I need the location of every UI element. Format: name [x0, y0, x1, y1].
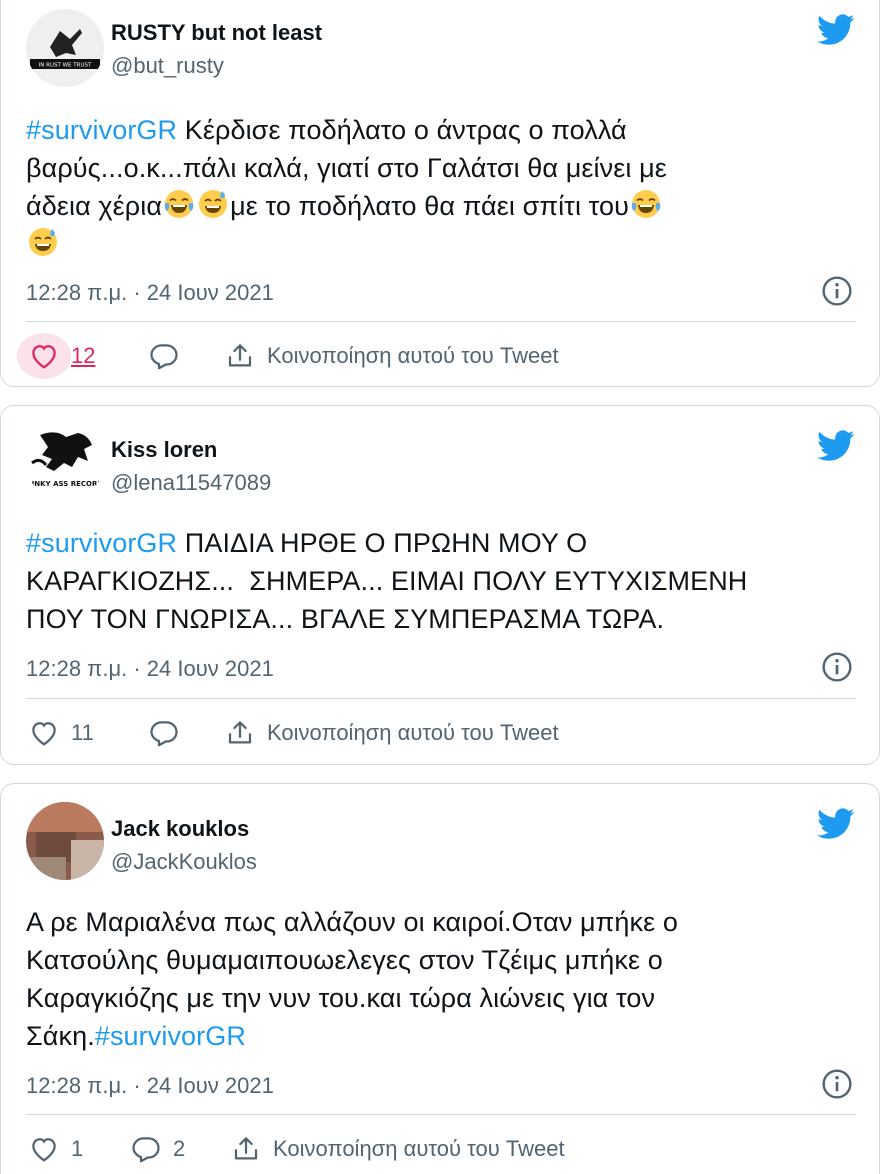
hashtag-link[interactable]: #survivorGR [26, 528, 177, 558]
reply-button[interactable] [149, 328, 179, 384]
avatar[interactable] [26, 802, 104, 880]
like-count[interactable]: 12 [71, 343, 95, 369]
laughing-tears-emoji [630, 188, 662, 220]
author-name[interactable]: Jack kouklos [111, 816, 249, 842]
divider [26, 321, 856, 322]
tweet-text: #survivorGR Κέρδισε ποδήλατο ο άντρας ο … [26, 111, 856, 263]
tweet-text-line: άδεια χέρια [26, 191, 163, 221]
tweet-timestamp[interactable]: 12:28 π.μ. · 24 Ιουν 2021 [26, 1073, 274, 1099]
action-bar: 11 Κοινοποίηση αυτού του Tweet [1, 705, 880, 761]
share-icon [231, 1134, 261, 1164]
like-button[interactable]: 11 [29, 705, 94, 761]
author-name[interactable]: Kiss loren [111, 437, 217, 463]
divider [26, 1114, 856, 1115]
tweet-card[interactable]: IN RUST WE TRUST RUSTY but not least @bu… [0, 0, 880, 387]
action-bar: 12 Κοινοποίηση αυτού του Tweet [1, 328, 880, 384]
tweet-text: #survivorGR ΠΑΙΔΙΑ ΗΡΘΕ Ο ΠΡΩΗΝ ΜΟΥ Ο ΚΑ… [26, 524, 856, 638]
avatar[interactable]: IN RUST WE TRUST [26, 9, 104, 87]
share-label: Κοινοποίηση αυτού του Tweet [267, 720, 559, 745]
tweet-card[interactable]: Jack kouklos @JackKouklos Α ρε Μαριαλένα… [0, 783, 880, 1174]
tweet-timestamp[interactable]: 12:28 π.μ. · 24 Ιουν 2021 [26, 656, 274, 682]
like-button[interactable]: 1 [29, 1121, 83, 1174]
tweet-text-line: Σάκη. [26, 1021, 95, 1051]
divider [26, 698, 856, 699]
tweet-text-line: Κατσούλης θυμαμαιπουωελεγες στον Τζέιμς … [26, 945, 663, 975]
reply-icon [149, 718, 179, 748]
tweet-text-line: με το ποδήλατο θα πάει σπίτι του [230, 191, 630, 221]
hashtag-link[interactable]: #survivorGR [95, 1021, 246, 1051]
heart-icon [29, 341, 59, 371]
share-button[interactable]: Κοινοποίηση αυτού του Tweet [225, 328, 559, 384]
reply-icon [131, 1134, 161, 1164]
author-name[interactable]: RUSTY but not least [111, 20, 322, 46]
sweat-smile-emoji [197, 188, 229, 220]
share-label: Κοινοποίηση αυτού του Tweet [273, 1136, 565, 1161]
share-button[interactable]: Κοινοποίηση αυτού του Tweet [225, 705, 559, 761]
heart-icon [29, 1134, 59, 1164]
tweet-text-line: ΠΟΥ ΤΟΝ ΓΝΩΡΙΣΑ... ΒΓΑΛΕ ΣΥΜΠΕΡΑΣΜΑ ΤΩΡΑ… [26, 604, 665, 634]
reply-button[interactable] [149, 705, 179, 761]
reply-button[interactable]: 2 [131, 1121, 185, 1174]
info-icon[interactable] [821, 1068, 853, 1100]
reply-count[interactable]: 2 [173, 1136, 185, 1162]
twitter-bird-icon[interactable] [817, 14, 855, 46]
tweet-timestamp[interactable]: 12:28 π.μ. · 24 Ιουν 2021 [26, 280, 274, 306]
share-icon [225, 718, 255, 748]
tweet-text-line: βαρύς...ο.κ...πάλι καλά, γιατί στο Γαλάτ… [26, 153, 667, 183]
action-bar: 1 2 Κοινοποίηση αυτού του Tweet [1, 1121, 880, 1174]
heart-icon [29, 718, 59, 748]
tweet-card[interactable]: FUNKY ASS RECORDS Kiss loren @lena115470… [0, 405, 880, 765]
tweet-text-line: Καραγκιόζης με την νυν του.και τώρα λιών… [26, 983, 656, 1013]
tweet-text-line: ΠΑΙΔΙΑ ΗΡΘΕ Ο ΠΡΩΗΝ ΜΟΥ Ο [177, 528, 588, 558]
info-icon[interactable] [821, 275, 853, 307]
share-button[interactable]: Κοινοποίηση αυτού του Tweet [231, 1121, 565, 1174]
author-handle[interactable]: @lena11547089 [111, 470, 271, 496]
tweet-text-line: Κέρδισε ποδήλατο ο άντρας ο πολλά [177, 115, 627, 145]
tweet-text-line: Α ρε Μαριαλένα πως αλλάζουν οι καιροί.Οτ… [26, 907, 678, 937]
like-button[interactable]: 12 [29, 328, 95, 384]
avatar[interactable]: FUNKY ASS RECORDS [26, 423, 104, 501]
like-count[interactable]: 1 [71, 1136, 83, 1162]
twitter-bird-icon[interactable] [817, 808, 855, 840]
hashtag-link[interactable]: #survivorGR [26, 115, 177, 145]
author-handle[interactable]: @but_rusty [111, 53, 224, 79]
avatar-logo-text: IN RUST WE TRUST [39, 63, 92, 69]
share-icon [225, 341, 255, 371]
tweet-text-line: ΚΑΡΑΓΚΙΟΖΗΣ... ΣΗΜΕΡΑ... ΕΙΜΑΙ ΠΟΛΥ ΕΥΤΥ… [26, 566, 748, 596]
like-count[interactable]: 11 [71, 720, 94, 746]
avatar-logo-text: FUNKY ASS RECORDS [26, 480, 104, 488]
share-label: Κοινοποίηση αυτού του Tweet [267, 343, 559, 368]
laughing-tears-emoji [163, 188, 195, 220]
sweat-smile-emoji [27, 226, 59, 258]
info-icon[interactable] [821, 651, 853, 683]
twitter-bird-icon[interactable] [817, 430, 855, 462]
author-handle[interactable]: @JackKouklos [111, 849, 257, 875]
reply-icon [149, 341, 179, 371]
tweet-text: Α ρε Μαριαλένα πως αλλάζουν οι καιροί.Οτ… [26, 903, 856, 1055]
